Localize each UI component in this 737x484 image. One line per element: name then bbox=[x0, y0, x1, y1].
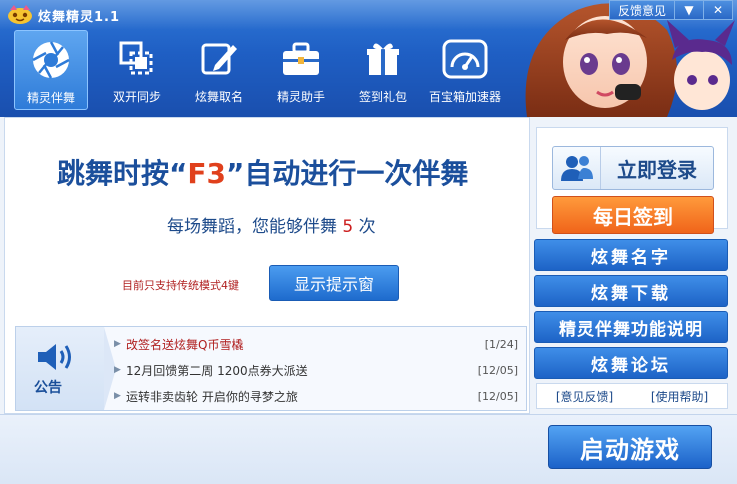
forum-button[interactable]: 炫舞论坛 bbox=[534, 347, 728, 379]
nav-label: 签到礼包 bbox=[358, 90, 407, 104]
menu-dropdown-button[interactable]: ▼ bbox=[674, 0, 704, 20]
nav-label: 双开同步 bbox=[112, 90, 161, 104]
title-bar-header: 炫舞精灵1.1 精灵伴舞 双开同步 炫舞取名 精灵助手 签到礼包 百宝箱加速器 … bbox=[0, 0, 737, 117]
briefcase-icon bbox=[278, 36, 324, 82]
announcement-label: 公告 bbox=[34, 380, 62, 396]
window-controls: 反馈意见 ▼ ✕ bbox=[609, 0, 733, 20]
users-icon bbox=[553, 147, 601, 189]
nav-label: 百宝箱加速器 bbox=[428, 90, 501, 104]
announcement-text[interactable]: 改签名送炫舞Q币雪橇 bbox=[126, 336, 485, 353]
triangle-bullet-icon: ▶ bbox=[114, 365, 121, 375]
triangle-bullet-icon: ▶ bbox=[114, 391, 121, 401]
nav-item-speedbox[interactable]: 百宝箱加速器 bbox=[424, 30, 506, 110]
list-item[interactable]: ▶ 运转非卖齿轮 开启你的寻梦之旅 [12/05] bbox=[114, 383, 518, 409]
feature-help-button[interactable]: 精灵伴舞功能说明 bbox=[534, 311, 728, 343]
logo-icon bbox=[8, 5, 32, 24]
app-title: 炫舞精灵1.1 bbox=[38, 10, 121, 25]
aperture-icon bbox=[28, 37, 74, 83]
announcement-tag: 公告 bbox=[16, 327, 116, 410]
nav-label: 炫舞取名 bbox=[194, 90, 243, 104]
dance-count-value: 5 bbox=[342, 217, 354, 237]
dance-count-prefix: 每场舞蹈，您能够伴舞 bbox=[167, 217, 337, 237]
dance-count-suffix: 次 bbox=[358, 217, 376, 237]
triangle-bullet-icon: ▶ bbox=[114, 339, 121, 349]
feedback-button[interactable]: 反馈意见 bbox=[609, 0, 675, 20]
nav-item-dual-sync[interactable]: 双开同步 bbox=[96, 30, 178, 110]
feedback-link[interactable]: [意见反馈] bbox=[556, 388, 613, 405]
download-button[interactable]: 炫舞下载 bbox=[534, 275, 728, 307]
announcement-list: ▶ 改签名送炫舞Q币雪橇 [1/24] ▶ 12月回馈第二周 1200点券大派送… bbox=[114, 331, 518, 409]
hotkey-headline: 跳舞时按“F3”自动进行一次伴舞 bbox=[57, 152, 468, 192]
login-label: 立即登录 bbox=[617, 157, 697, 182]
nav-item-sign-gift[interactable]: 签到礼包 bbox=[342, 30, 424, 110]
help-link[interactable]: [使用帮助] bbox=[651, 388, 708, 405]
announcement-text[interactable]: 运转非卖齿轮 开启你的寻梦之旅 bbox=[126, 388, 478, 405]
list-item[interactable]: ▶ 改签名送炫舞Q币雪橇 [1/24] bbox=[114, 331, 518, 357]
nav-item-assistant[interactable]: 精灵助手 bbox=[260, 30, 342, 110]
nav-label: 精灵助手 bbox=[276, 90, 325, 104]
close-button[interactable]: ✕ bbox=[703, 0, 733, 20]
announcement-date: [12/05] bbox=[477, 389, 518, 403]
nav-item-dance-partner[interactable]: 精灵伴舞 bbox=[14, 30, 88, 110]
list-item[interactable]: ▶ 12月回馈第二周 1200点券大派送 [12/05] bbox=[114, 357, 518, 383]
main-panel: 跳舞时按“F3”自动进行一次伴舞 每场舞蹈，您能够伴舞 5 次 目前只支持传统模… bbox=[4, 117, 530, 414]
edit-pencil-icon bbox=[196, 36, 242, 82]
announcement-box: 公告 ▶ 改签名送炫舞Q币雪橇 [1/24] ▶ 12月回馈第二周 1200点券… bbox=[15, 326, 527, 411]
announcement-text[interactable]: 12月回馈第二周 1200点券大派送 bbox=[126, 362, 478, 379]
announcement-date: [12/05] bbox=[477, 363, 518, 377]
nav-label: 精灵伴舞 bbox=[26, 91, 75, 105]
headline-prefix: 跳舞时按“ bbox=[57, 157, 188, 190]
gift-icon bbox=[360, 36, 406, 82]
start-game-button[interactable]: 启动游戏 bbox=[548, 425, 712, 469]
login-panel: 立即登录 每日签到 bbox=[536, 127, 728, 234]
nav-item-naming[interactable]: 炫舞取名 bbox=[178, 30, 260, 110]
help-links: [意见反馈] [使用帮助] bbox=[536, 383, 728, 409]
announcement-date: [1/24] bbox=[484, 337, 518, 351]
hotkey-label: F3 bbox=[187, 157, 227, 190]
speaker-icon bbox=[38, 344, 71, 370]
speedometer-icon bbox=[442, 36, 488, 82]
right-sidebar: 立即登录 每日签到 炫舞名字 炫舞下载 精灵伴舞功能说明 炫舞论坛 [意见反馈]… bbox=[534, 117, 736, 414]
show-tip-window-button[interactable]: 显示提示窗 bbox=[269, 265, 399, 301]
headline-suffix: ”自动进行一次伴舞 bbox=[226, 157, 469, 190]
bottom-bar: 启动游戏 bbox=[0, 414, 737, 484]
dual-window-icon bbox=[114, 36, 160, 82]
dance-names-button[interactable]: 炫舞名字 bbox=[534, 239, 728, 271]
dance-count-line: 每场舞蹈，您能够伴舞 5 次 bbox=[167, 212, 376, 237]
mode-support-note: 目前只支持传统模式4键 bbox=[122, 279, 239, 292]
login-button[interactable]: 立即登录 bbox=[552, 146, 714, 190]
daily-signin-button[interactable]: 每日签到 bbox=[552, 196, 714, 234]
main-nav: 精灵伴舞 双开同步 炫舞取名 精灵助手 签到礼包 百宝箱加速器 bbox=[14, 30, 506, 112]
